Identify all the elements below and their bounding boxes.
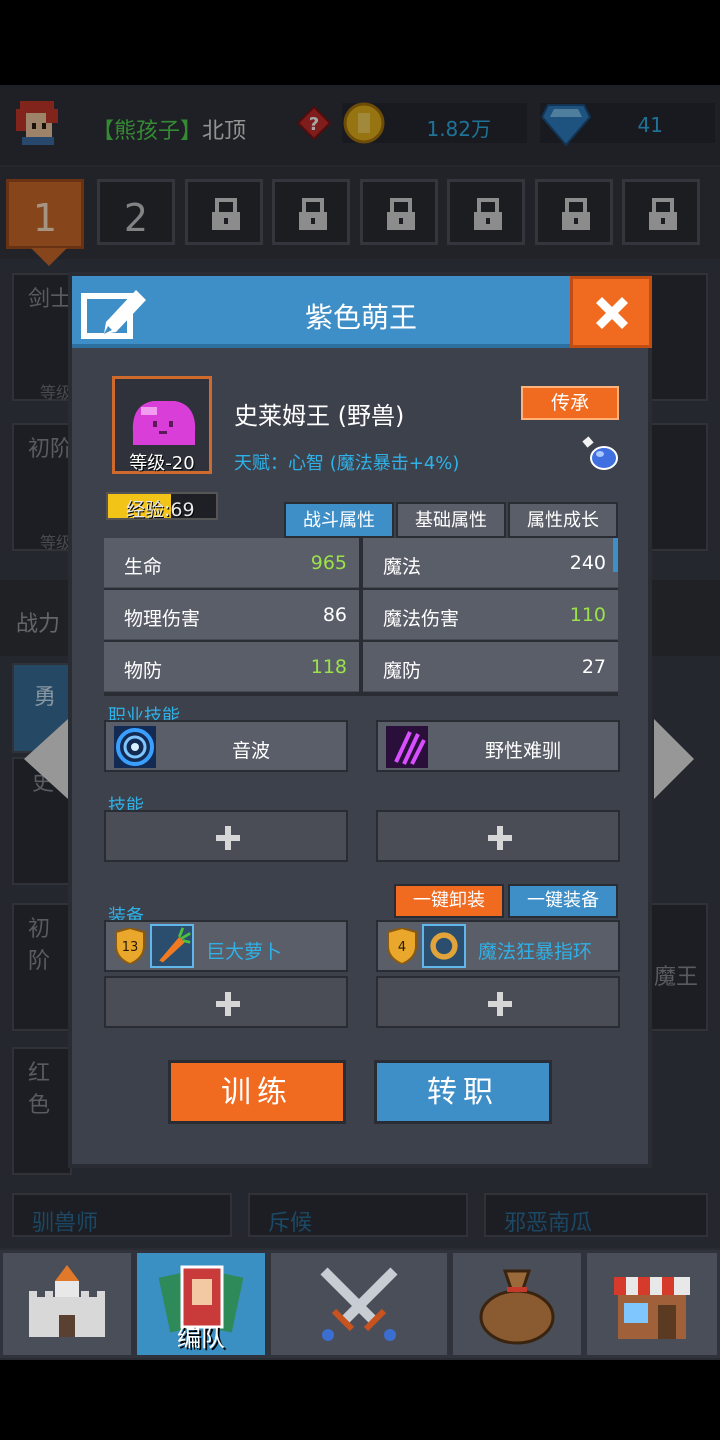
nav-battle[interactable]	[268, 1250, 450, 1358]
modal-title: 紫色萌王	[304, 301, 417, 334]
class-skill-slot[interactable]: 音波	[104, 720, 348, 772]
crossed-swords-icon	[320, 1267, 398, 1341]
unit-portrait[interactable]: 等级-20	[112, 376, 212, 474]
castle-icon	[29, 1265, 105, 1337]
stat-value: 240	[569, 552, 606, 574]
purple-slime-icon	[132, 401, 196, 445]
stat-value: 27	[581, 656, 606, 678]
nav-loot[interactable]	[450, 1250, 584, 1358]
game-screen: 【熊孩子】北顶 ? 1.82万 41 1 2 剑士 等级 初阶 等级 战力 勇 …	[0, 85, 720, 1360]
nav-formation[interactable]: 编队	[134, 1250, 268, 1358]
stat-list-scrollbar[interactable]	[613, 538, 618, 572]
nav-castle[interactable]	[0, 1250, 134, 1358]
bottom-nav: 编队	[0, 1248, 720, 1360]
close-icon	[596, 297, 628, 329]
equip-all-button[interactable]: 一键装备	[508, 884, 618, 918]
class-skill-name: 音波	[231, 740, 270, 762]
stat-label: 物理伤害	[124, 608, 201, 630]
stat-row: 生命 965	[104, 538, 359, 588]
stat-label: 物防	[124, 660, 163, 682]
equipment-name: 魔法狂暴指环	[478, 941, 593, 963]
stat-value: 118	[310, 656, 347, 678]
class-skill-slot[interactable]: 野性难驯	[376, 720, 620, 772]
stat-value: 110	[569, 604, 606, 626]
edit-icon[interactable]	[80, 282, 150, 342]
equipment-slot[interactable]: 13 巨大萝卜	[104, 920, 348, 972]
stat-label: 魔法	[383, 556, 422, 578]
add-equipment-slot[interactable]	[376, 976, 620, 1028]
stat-value: 965	[310, 552, 347, 574]
tab-combat-stats[interactable]: 战斗属性	[284, 502, 394, 538]
stat-row: 物防 118	[104, 642, 359, 692]
tab-base-stats[interactable]: 基础属性	[396, 502, 506, 538]
loot-bag-icon	[479, 1269, 555, 1345]
plus-icon	[216, 826, 240, 850]
plus-icon	[216, 992, 240, 1016]
train-button[interactable]: 训练	[168, 1060, 346, 1124]
equipment-level: 13	[121, 940, 139, 955]
carrot-icon	[150, 924, 194, 968]
add-skill-slot[interactable]	[104, 810, 348, 862]
exp-label: 经验:69	[126, 499, 195, 521]
shop-icon	[614, 1277, 690, 1339]
add-skill-slot[interactable]	[376, 810, 620, 862]
equipment-name: 巨大萝卜	[206, 941, 283, 963]
sound-wave-icon	[114, 726, 156, 768]
plus-icon	[488, 992, 512, 1016]
close-button[interactable]	[570, 276, 652, 348]
stat-label: 生命	[124, 556, 163, 578]
stat-value: 86	[322, 604, 347, 626]
unequip-all-button[interactable]: 一键卸装	[394, 884, 504, 918]
stat-row: 物理伤害 86	[104, 590, 359, 640]
job-change-button[interactable]: 转职	[374, 1060, 552, 1124]
stat-list[interactable]: 生命 965 魔法 240 物理伤害 86 魔法伤害 110 物防 118 魔防 27	[104, 538, 618, 696]
nav-shop[interactable]	[584, 1250, 720, 1358]
unit-name: 史莱姆王 (野兽)	[234, 402, 405, 430]
stat-row: 魔防 27	[363, 642, 618, 692]
stat-row: 魔法伤害 110	[363, 590, 618, 640]
modal-header: 紫色萌王	[72, 276, 570, 348]
claw-slash-icon	[386, 726, 428, 768]
inherit-button[interactable]: 传承	[521, 386, 619, 420]
stat-row: 魔法 240	[363, 538, 618, 588]
unit-level: 等级-20	[129, 453, 195, 474]
exp-bar: 经验:69	[106, 492, 218, 521]
equipment-slot[interactable]: 4 魔法狂暴指环	[376, 920, 620, 972]
nav-label: 编队	[177, 1324, 225, 1352]
tab-stat-growth[interactable]: 属性成长	[508, 502, 618, 538]
unit-detail-modal: 紫色萌王 等级-20 史莱姆王 (野兽) 天赋：心智 (魔法暴击+4%) 传承	[68, 272, 652, 1168]
add-equipment-slot[interactable]	[104, 976, 348, 1028]
stat-label: 魔防	[383, 660, 422, 682]
equipment-level: 4	[397, 940, 407, 955]
unit-talent: 天赋：心智 (魔法暴击+4%)	[234, 453, 460, 474]
stat-label: 魔法伤害	[383, 608, 460, 630]
class-skill-name: 野性难驯	[484, 740, 561, 762]
ring-icon	[422, 924, 466, 968]
plus-icon	[488, 826, 512, 850]
potion-icon[interactable]	[580, 434, 620, 474]
